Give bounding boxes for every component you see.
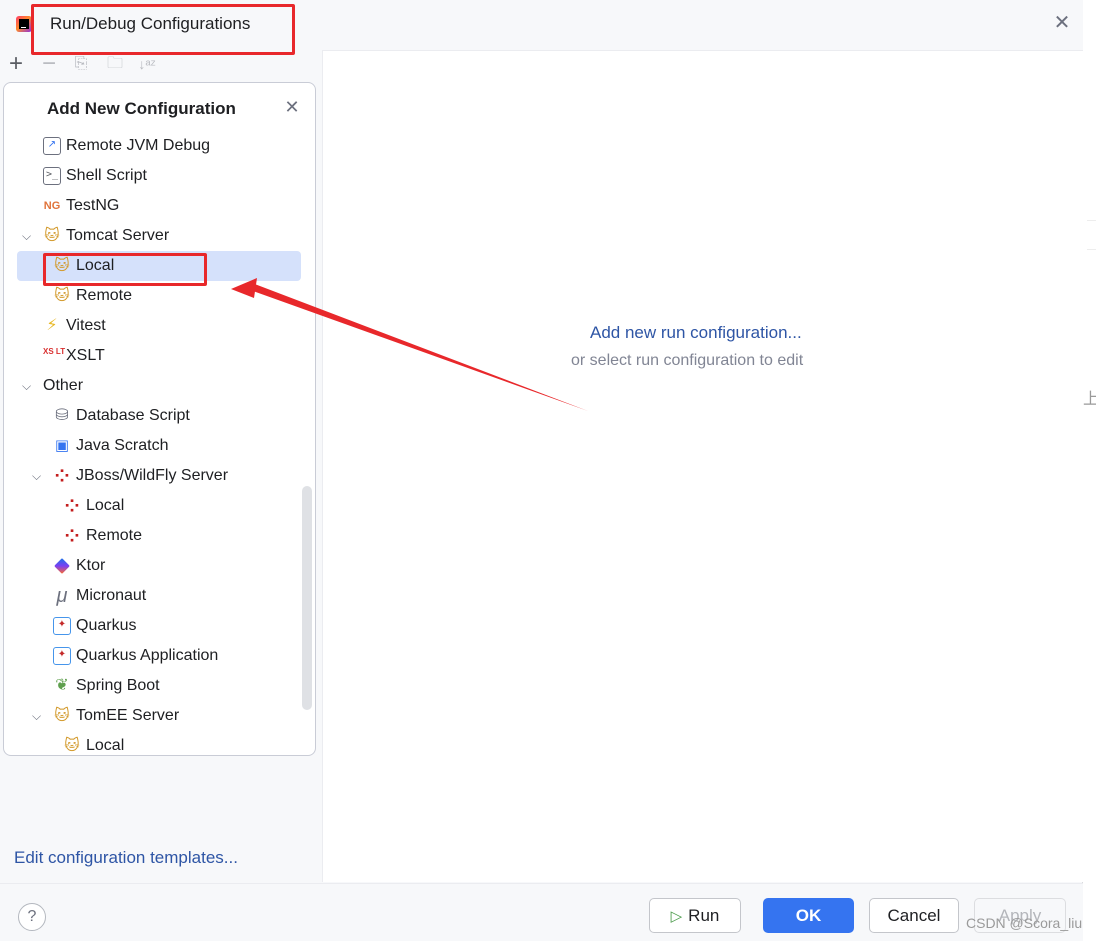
- item-label: Remote: [86, 527, 143, 544]
- config-type-item[interactable]: ⛁ Database Script: [20, 401, 302, 431]
- tomcat-icon: 🐱: [44, 227, 60, 244]
- jboss-icon: ⁘: [64, 526, 80, 546]
- config-type-item[interactable]: ❦ Spring Boot: [20, 671, 302, 701]
- config-type-group[interactable]: ⌵ 🐱 TomEE Server: [20, 701, 302, 731]
- item-label: Other: [43, 377, 84, 394]
- testng-icon: NG: [43, 200, 61, 212]
- add-icon[interactable]: +: [5, 52, 27, 76]
- play-icon: ▷: [670, 908, 683, 925]
- chevron-down-icon[interactable]: ⌵: [22, 371, 36, 401]
- watermark: CSDN @Scora_liu: [966, 915, 1083, 931]
- config-toolbar: + − ⎘ 🗀 ↓ᵃᶻ: [0, 52, 320, 78]
- item-label: Spring Boot: [76, 677, 160, 694]
- popup-scrollbar[interactable]: [302, 486, 312, 710]
- remote-jvm-debug-icon: ↗: [43, 137, 61, 155]
- chevron-down-icon[interactable]: ⌵: [32, 701, 46, 731]
- xslt-icon: XS LT: [43, 347, 66, 356]
- chevron-down-icon[interactable]: ⌵: [22, 221, 36, 251]
- item-label: Local: [86, 497, 125, 514]
- quarkus-icon: ✦: [53, 647, 71, 665]
- dialog-footer: ? ▷ Run OK Cancel Apply: [0, 883, 1083, 941]
- item-label: Java Scratch: [76, 437, 169, 454]
- config-type-group[interactable]: ⌵ 🐱 Tomcat Server: [20, 221, 302, 251]
- chevron-down-icon[interactable]: ⌵: [32, 461, 46, 491]
- item-label: Quarkus: [76, 617, 137, 634]
- tomcat-icon: 🐱: [54, 287, 70, 304]
- micronaut-icon: μ: [56, 585, 68, 607]
- item-label: Local: [86, 737, 125, 754]
- config-type-item[interactable]: 🐱 Local: [20, 731, 302, 755]
- config-type-item[interactable]: ↗ Remote JVM Debug: [20, 131, 302, 161]
- new-folder-icon[interactable]: 🗀: [104, 52, 126, 76]
- item-label: Ktor: [76, 557, 106, 574]
- config-type-item[interactable]: ⁘ Remote: [20, 521, 302, 551]
- help-icon[interactable]: ?: [18, 903, 46, 931]
- config-type-item[interactable]: ✦ Quarkus: [20, 611, 302, 641]
- item-label: TomEE Server: [76, 707, 180, 724]
- copy-icon[interactable]: ⎘: [70, 52, 92, 76]
- config-type-item[interactable]: ⚡ Vitest: [20, 311, 302, 341]
- close-icon[interactable]: ✕: [1052, 13, 1072, 33]
- config-type-item[interactable]: ▣ Java Scratch: [20, 431, 302, 461]
- background-divider: [1087, 220, 1096, 250]
- item-label: Database Script: [76, 407, 190, 424]
- add-new-run-configuration-link[interactable]: Add new run configuration...: [590, 323, 802, 343]
- item-label: Shell Script: [66, 167, 147, 184]
- run-button-label: Run: [688, 906, 720, 925]
- config-type-item[interactable]: ⁘ Local: [20, 491, 302, 521]
- add-new-configuration-popup: Add New Configuration ✕ ↗ Remote JVM Deb…: [3, 82, 316, 756]
- java-scratch-icon: ▣: [54, 437, 70, 454]
- tomcat-icon: 🐱: [54, 707, 70, 724]
- run-debug-dialog: Run/Debug Configurations ✕ + − ⎘ 🗀 ↓ᵃᶻ A…: [0, 0, 1083, 941]
- select-hint-text: or select run configuration to edit: [571, 352, 804, 369]
- spring-boot-icon: ❦: [55, 677, 69, 694]
- background-glyph: 上: [1083, 391, 1096, 408]
- item-label: Tomcat Server: [66, 227, 170, 244]
- run-button[interactable]: ▷ Run: [649, 898, 741, 933]
- ok-button[interactable]: OK: [763, 898, 854, 933]
- item-label: Micronaut: [76, 587, 147, 604]
- item-label: Vitest: [66, 317, 106, 334]
- edit-configuration-templates-link[interactable]: Edit configuration templates...: [14, 848, 238, 868]
- cancel-button[interactable]: Cancel: [869, 898, 959, 933]
- config-type-item[interactable]: >_ Shell Script: [20, 161, 302, 191]
- config-type-group[interactable]: ⌵ ⁘ JBoss/WildFly Server: [20, 461, 302, 491]
- config-type-item[interactable]: Ktor: [20, 551, 302, 581]
- jboss-icon: ⁘: [54, 466, 70, 486]
- annotation-title-box: [31, 4, 295, 55]
- quarkus-icon: ✦: [53, 617, 71, 635]
- sort-alpha-icon[interactable]: ↓ᵃᶻ: [136, 52, 158, 76]
- config-type-item[interactable]: ✦ Quarkus Application: [20, 641, 302, 671]
- tomcat-icon: 🐱: [64, 737, 80, 754]
- item-label: JBoss/WildFly Server: [76, 467, 229, 484]
- popup-close-icon[interactable]: ✕: [282, 97, 302, 117]
- popup-title: Add New Configuration: [47, 99, 236, 118]
- config-type-item[interactable]: XS LT XSLT: [20, 341, 302, 371]
- remove-icon[interactable]: −: [38, 52, 60, 76]
- vitest-icon: ⚡: [46, 317, 58, 334]
- jboss-icon: ⁘: [64, 496, 80, 516]
- shell-script-icon: >_: [43, 167, 61, 185]
- intellij-app-icon: [16, 16, 32, 32]
- item-label: TestNG: [66, 197, 120, 214]
- database-icon: ⛁: [55, 407, 69, 424]
- background-window-strip: 上: [1083, 0, 1096, 941]
- config-type-item[interactable]: μ Micronaut: [20, 581, 302, 611]
- item-label: Quarkus Application: [76, 647, 219, 664]
- config-type-group[interactable]: ⌵ Other: [20, 371, 302, 401]
- item-label: XSLT: [66, 347, 105, 364]
- config-type-item[interactable]: NG TestNG: [20, 191, 302, 221]
- annotation-highlight-box: [43, 253, 207, 286]
- ktor-icon: [54, 558, 70, 574]
- item-label: Remote JVM Debug: [66, 137, 211, 154]
- config-editor-area: [322, 50, 1083, 882]
